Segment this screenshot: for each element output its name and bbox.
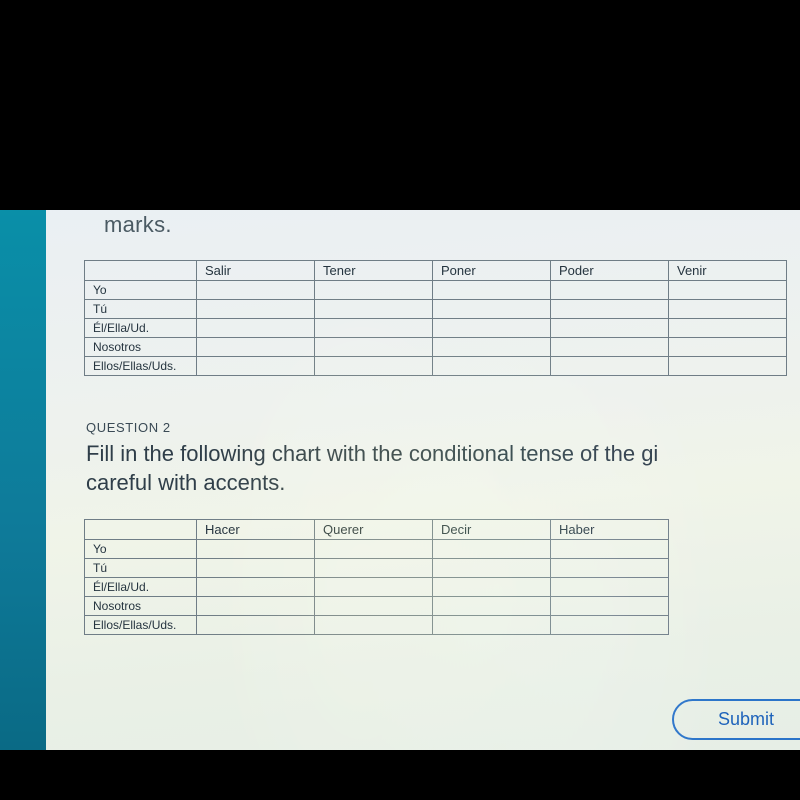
input-cell[interactable] [669, 319, 787, 338]
input-cell[interactable] [315, 357, 433, 376]
question-prompt-line: Fill in the following chart with the con… [86, 441, 658, 466]
screenshot-frame: marks. Salir Tener Poner Poder Venir Yo [0, 0, 800, 800]
row-header: Él/Ella/Ud. [85, 578, 197, 597]
row-header: Nosotros [85, 597, 197, 616]
table-corner-cell [85, 520, 197, 540]
input-cell[interactable] [551, 597, 669, 616]
app-viewport: marks. Salir Tener Poner Poder Venir Yo [0, 210, 800, 750]
row-header: Yo [85, 281, 197, 300]
input-cell[interactable] [433, 319, 551, 338]
table-row: Yo [85, 281, 787, 300]
table-row: Él/Ella/Ud. [85, 319, 787, 338]
input-cell[interactable] [433, 578, 551, 597]
input-cell[interactable] [197, 559, 315, 578]
input-cell[interactable] [551, 300, 669, 319]
input-cell[interactable] [315, 578, 433, 597]
column-header: Venir [669, 261, 787, 281]
input-cell[interactable] [669, 338, 787, 357]
table-row: Salir Tener Poner Poder Venir [85, 261, 787, 281]
column-header: Decir [433, 520, 551, 540]
input-cell[interactable] [197, 300, 315, 319]
input-cell[interactable] [669, 357, 787, 376]
row-header: Tú [85, 300, 197, 319]
input-cell[interactable] [197, 540, 315, 559]
main-content: marks. Salir Tener Poner Poder Venir Yo [46, 210, 800, 750]
table-row: Tú [85, 559, 669, 578]
row-header: Nosotros [85, 338, 197, 357]
input-cell[interactable] [433, 559, 551, 578]
table-row: Tú [85, 300, 787, 319]
table-row: Yo [85, 540, 669, 559]
submit-button[interactable]: Submit [672, 699, 800, 740]
input-cell[interactable] [197, 357, 315, 376]
row-header: Yo [85, 540, 197, 559]
input-cell[interactable] [551, 540, 669, 559]
input-cell[interactable] [315, 319, 433, 338]
input-cell[interactable] [433, 281, 551, 300]
table-row: Ellos/Ellas/Uds. [85, 357, 787, 376]
column-header: Haber [551, 520, 669, 540]
input-cell[interactable] [433, 338, 551, 357]
table-corner-cell [85, 261, 197, 281]
table-row: Nosotros [85, 597, 669, 616]
table-row: Hacer Querer Decir Haber [85, 520, 669, 540]
table-row: Él/Ella/Ud. [85, 578, 669, 597]
column-header: Querer [315, 520, 433, 540]
input-cell[interactable] [551, 319, 669, 338]
input-cell[interactable] [433, 300, 551, 319]
column-header: Poder [551, 261, 669, 281]
input-cell[interactable] [433, 616, 551, 635]
input-cell[interactable] [315, 559, 433, 578]
column-header: Hacer [197, 520, 315, 540]
conjugation-table-1: Salir Tener Poner Poder Venir Yo Tú [84, 260, 787, 376]
input-cell[interactable] [315, 338, 433, 357]
input-cell[interactable] [197, 578, 315, 597]
question-2-block: QUESTION 2 Fill in the following chart w… [86, 420, 800, 497]
table-row: Ellos/Ellas/Uds. [85, 616, 669, 635]
input-cell[interactable] [197, 338, 315, 357]
question-label: QUESTION 2 [86, 420, 800, 435]
input-cell[interactable] [197, 319, 315, 338]
row-header: Él/Ella/Ud. [85, 319, 197, 338]
input-cell[interactable] [551, 559, 669, 578]
input-cell[interactable] [315, 616, 433, 635]
footer-bar: Submit [92, 684, 800, 750]
row-header: Ellos/Ellas/Uds. [85, 616, 197, 635]
input-cell[interactable] [551, 338, 669, 357]
input-cell[interactable] [315, 597, 433, 616]
input-cell[interactable] [669, 300, 787, 319]
row-header: Tú [85, 559, 197, 578]
partial-instruction-text: marks. [46, 212, 800, 238]
column-header: Salir [197, 261, 315, 281]
input-cell[interactable] [315, 281, 433, 300]
input-cell[interactable] [197, 281, 315, 300]
question-prompt-line: careful with accents. [86, 470, 285, 495]
input-cell[interactable] [433, 540, 551, 559]
column-header: Poner [433, 261, 551, 281]
column-header: Tener [315, 261, 433, 281]
input-cell[interactable] [315, 300, 433, 319]
table-row: Nosotros [85, 338, 787, 357]
input-cell[interactable] [197, 597, 315, 616]
input-cell[interactable] [551, 616, 669, 635]
bottom-letterbox [0, 750, 800, 800]
input-cell[interactable] [197, 616, 315, 635]
row-header: Ellos/Ellas/Uds. [85, 357, 197, 376]
input-cell[interactable] [315, 540, 433, 559]
input-cell[interactable] [433, 597, 551, 616]
question-prompt: Fill in the following chart with the con… [86, 439, 800, 497]
left-sidebar [0, 210, 46, 750]
input-cell[interactable] [433, 357, 551, 376]
input-cell[interactable] [669, 281, 787, 300]
input-cell[interactable] [551, 578, 669, 597]
conjugation-table-2: Hacer Querer Decir Haber Yo Tú [84, 519, 669, 635]
input-cell[interactable] [551, 281, 669, 300]
input-cell[interactable] [551, 357, 669, 376]
